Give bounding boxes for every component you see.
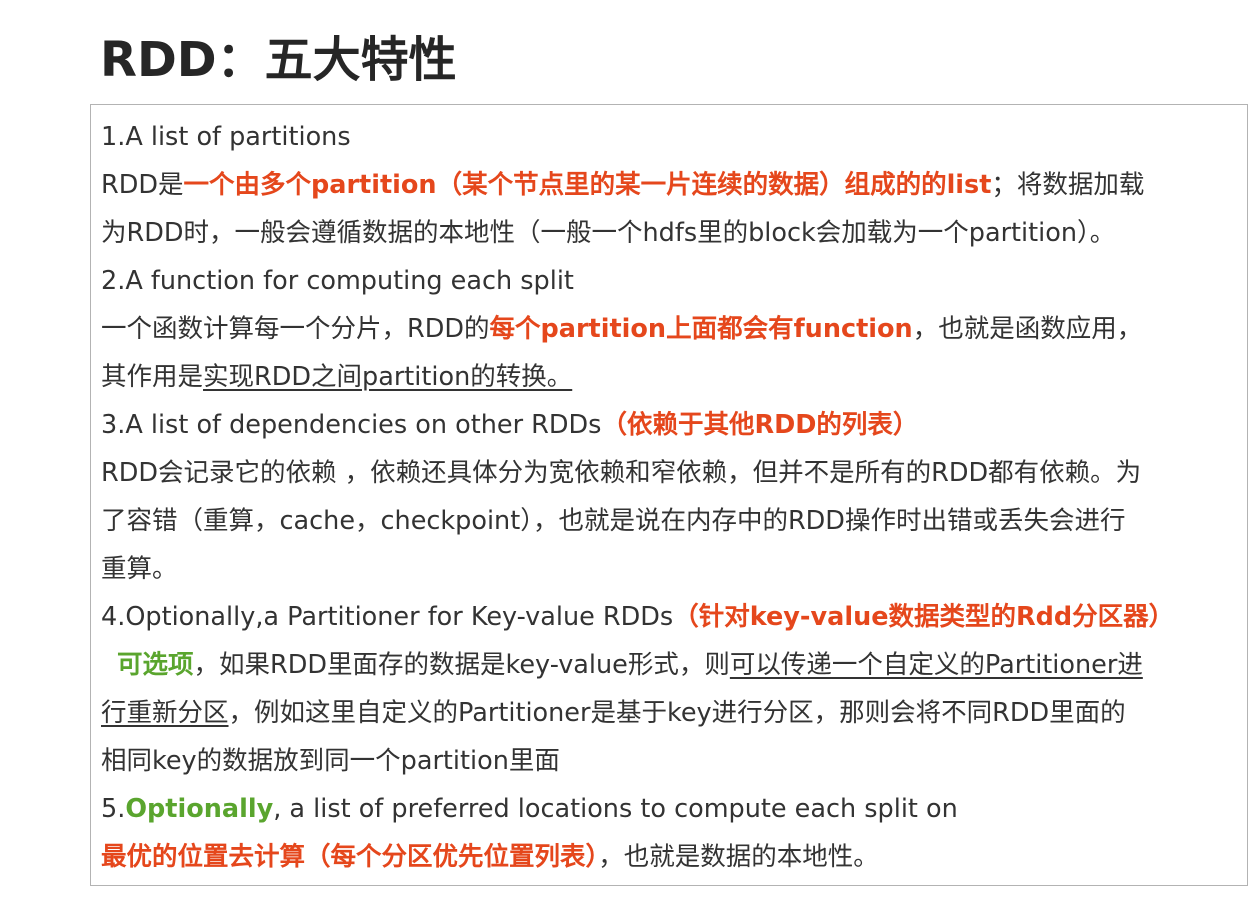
item-3-heading: 3.A list of dependencies on other RDDs（依… bbox=[101, 401, 1241, 449]
item-5-heading-text: , a list of preferred locations to compu… bbox=[273, 794, 958, 824]
item-4-underlined-text-cont: 行重新分区 bbox=[101, 698, 229, 728]
item-5-highlight: 最优的位置去计算（每个分区优先位置列表） bbox=[101, 842, 599, 872]
item-4-desc-line-1: 可选项，如果RDD里面存的数据是key-value形式，则可以传递一个自定义的P… bbox=[101, 641, 1241, 689]
item-4-desc-line-2: 行重新分区，例如这里自定义的Partitioner是基于key进行分区，那则会将… bbox=[101, 689, 1241, 737]
item-3-heading-highlight: （依赖于其他RDD的列表） bbox=[601, 410, 919, 440]
item-4-underlined-text: 可以传递一个自定义的Partitioner进 bbox=[729, 650, 1143, 680]
item-1-desc-line-2: 为RDD时，一般会遵循数据的本地性（一般一个hdfs里的block会加载为一个p… bbox=[101, 218, 1116, 248]
item-1-desc-text: RDD是 bbox=[101, 170, 184, 200]
item-4-desc-line-3: 相同key的数据放到同一个partition里面 bbox=[101, 746, 560, 776]
content-box: 1.A list of partitions RDD是一个由多个partitio… bbox=[90, 104, 1248, 886]
item-4-optional-label: 可选项 bbox=[117, 650, 194, 680]
item-2-desc-prefix: 其作用是 bbox=[101, 362, 204, 392]
item-3-desc-line-2: 了容错（重算，cache，checkpoint），也就是说在内存中的RDD操作时… bbox=[101, 506, 1126, 536]
item-2-desc-text: 一个函数计算每一个分片，RDD的 bbox=[101, 314, 490, 344]
item-3-desc-line-3: 重算。 bbox=[101, 554, 178, 584]
item-1-desc-line-1: RDD是一个由多个partition（某个节点里的某一片连续的数据）组成的的li… bbox=[101, 161, 1241, 209]
item-2-underlined-text: 实现RDD之间partition的转换。 bbox=[203, 362, 573, 392]
item-5-heading-highlight: Optionally bbox=[125, 794, 274, 824]
item-5-heading: 5.Optionally, a list of preferred locati… bbox=[101, 785, 1241, 833]
item-5-desc-tail: ，也就是数据的本地性。 bbox=[598, 842, 879, 872]
item-1-heading: 1.A list of partitions bbox=[101, 122, 351, 152]
item-2-desc-tail: ，也就是函数应用， bbox=[912, 314, 1143, 344]
item-3-desc-line-1: RDD会记录它的依赖 ，依赖还具体分为宽依赖和窄依赖，但并不是所有的RDD都有依… bbox=[101, 458, 1142, 488]
item-3-heading-text: 3.A list of dependencies on other RDDs bbox=[101, 410, 602, 440]
item-5-heading-prefix: 5. bbox=[101, 794, 126, 824]
item-4-desc-text-2: ，例如这里自定义的Partitioner是基于key进行分区，那则会将不同RDD… bbox=[228, 698, 1126, 728]
item-5-desc-line-1: 最优的位置去计算（每个分区优先位置列表），也就是数据的本地性。 bbox=[101, 833, 1241, 881]
item-2-desc-line-2: 其作用是实现RDD之间partition的转换。 bbox=[101, 353, 1241, 401]
item-4-heading: 4.Optionally,a Partitioner for Key-value… bbox=[101, 593, 1241, 641]
item-2-heading: 2.A function for computing each split bbox=[101, 266, 574, 296]
item-4-heading-highlight: （针对key-value数据类型的Rdd分区器） bbox=[673, 602, 1175, 632]
feature-list: 1.A list of partitions RDD是一个由多个partitio… bbox=[101, 113, 1241, 881]
page-title: RDD：五大特性 bbox=[100, 32, 457, 88]
item-4-desc-text: ，如果RDD里面存的数据是key-value形式，则 bbox=[193, 650, 730, 680]
item-1-highlight: 一个由多个partition（某个节点里的某一片连续的数据）组成的的list bbox=[183, 170, 992, 200]
item-2-desc-line-1: 一个函数计算每一个分片，RDD的每个partition上面都会有function… bbox=[101, 305, 1241, 353]
item-2-highlight: 每个partition上面都会有function bbox=[489, 314, 913, 344]
item-1-desc-tail: ；将数据加载 bbox=[991, 170, 1145, 200]
item-4-heading-text: 4.Optionally,a Partitioner for Key-value… bbox=[101, 602, 674, 632]
